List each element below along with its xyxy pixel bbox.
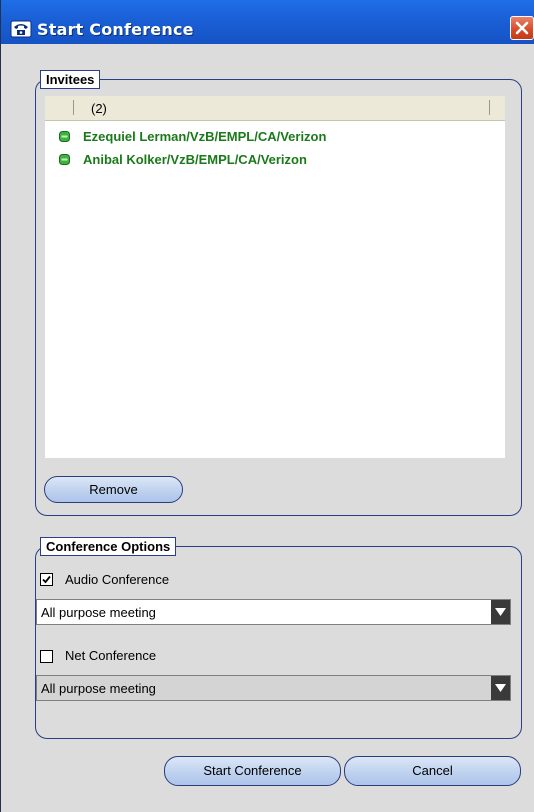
- chevron-down-icon: [495, 684, 506, 692]
- net-conference-type-select[interactable]: All purpose meeting: [36, 675, 511, 701]
- online-status-icon: [59, 154, 70, 165]
- start-conference-dialog: Start Conference Invitees (2) Ezequiel L…: [0, 0, 534, 812]
- column-divider: [489, 100, 490, 115]
- invitee-list[interactable]: (2) Ezequiel Lerman/VzB/EMPL/CA/Verizon …: [45, 96, 505, 458]
- invitee-name: Ezequiel Lerman/VzB/EMPL/CA/Verizon: [83, 129, 327, 144]
- conference-options-group: Conference Options: [35, 537, 522, 739]
- invitee-count: (2): [91, 101, 107, 116]
- invitee-name: Anibal Kolker/VzB/EMPL/CA/Verizon: [83, 152, 307, 167]
- cancel-button[interactable]: Cancel: [344, 756, 521, 786]
- net-conference-label: Net Conference: [65, 648, 157, 663]
- audio-conference-type-select[interactable]: All purpose meeting: [36, 599, 511, 625]
- list-item[interactable]: Anibal Kolker/VzB/EMPL/CA/Verizon: [45, 151, 505, 169]
- audio-conference-type-value: All purpose meeting: [41, 605, 156, 620]
- invitees-legend: Invitees: [40, 70, 101, 89]
- window-title: Start Conference: [37, 20, 194, 39]
- dropdown-button[interactable]: [491, 676, 510, 700]
- title-bar[interactable]: Start Conference: [1, 0, 534, 44]
- dropdown-button[interactable]: [491, 600, 510, 624]
- start-conference-button[interactable]: Start Conference: [164, 756, 341, 786]
- checkmark-icon: [42, 575, 51, 584]
- remove-button[interactable]: Remove: [44, 476, 183, 503]
- conference-options-legend: Conference Options: [40, 537, 177, 556]
- audio-conference-checkbox[interactable]: [40, 573, 53, 586]
- conference-phone-icon: [10, 20, 32, 38]
- list-header[interactable]: (2): [45, 96, 505, 121]
- column-divider: [73, 100, 74, 115]
- close-icon: [515, 21, 529, 35]
- chevron-down-icon: [495, 608, 506, 616]
- audio-conference-label: Audio Conference: [65, 572, 170, 587]
- online-status-icon: [59, 131, 70, 142]
- list-item[interactable]: Ezequiel Lerman/VzB/EMPL/CA/Verizon: [45, 128, 505, 146]
- net-conference-checkbox[interactable]: [40, 650, 53, 663]
- close-button[interactable]: [510, 16, 534, 40]
- net-conference-type-value: All purpose meeting: [41, 681, 156, 696]
